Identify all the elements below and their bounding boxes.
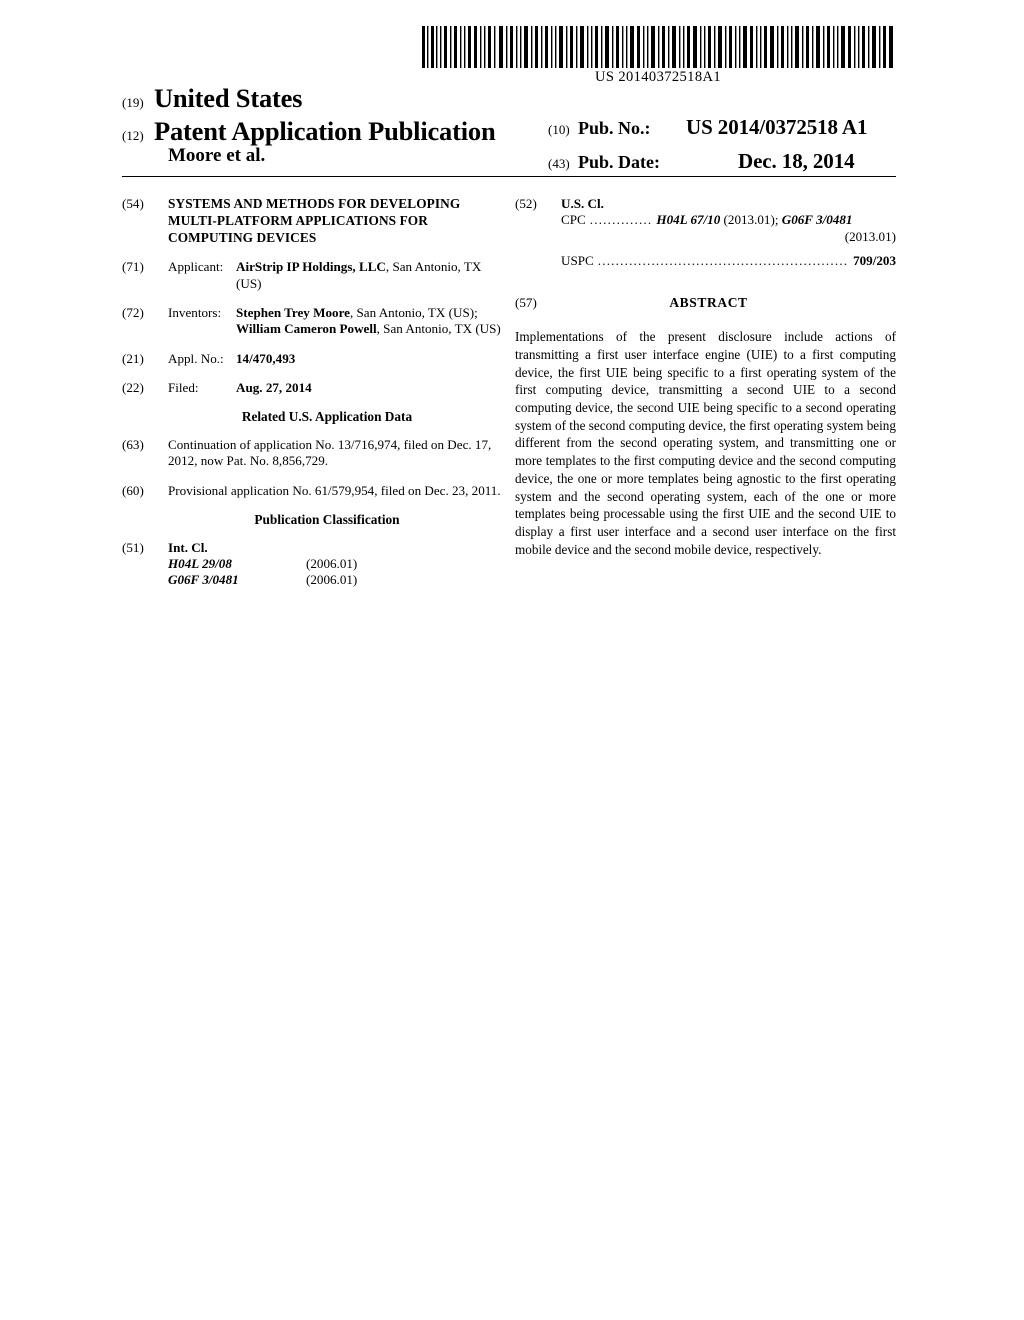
inventors-value: Stephen Trey Moore, San Antonio, TX (US)… (236, 305, 502, 338)
field-63-continuation: (63) Continuation of application No. 13/… (122, 437, 502, 470)
field-54-title: (54) SYSTEMS AND METHODS FOR DEVELOPING … (122, 196, 502, 246)
pub-date-row: (43) Pub. Date: Dec. 18, 2014 (548, 149, 898, 174)
cpc-value-2: G06F 3/0481 (781, 212, 853, 228)
bibliographic-left-column: (54) SYSTEMS AND METHODS FOR DEVELOPING … (122, 196, 502, 602)
inventor-name-1: Stephen Trey Moore (236, 304, 350, 320)
field-60-provisional: (60) Provisional application No. 61/579,… (122, 483, 502, 499)
inid-22: (22) (122, 380, 144, 396)
uspc-leader-dots: ........................................… (597, 253, 849, 269)
inid-60: (60) (122, 482, 144, 498)
applicant-value: AirStrip IP Holdings, LLC, San Antonio, … (236, 259, 502, 292)
pub-date-value: Dec. 18, 2014 (738, 149, 855, 173)
pub-date-label: Pub. Date: (578, 152, 660, 172)
invention-title: SYSTEMS AND METHODS FOR DEVELOPING MULTI… (168, 196, 461, 245)
uspc-line: USPC....................................… (561, 253, 896, 269)
cpc-version-2: (2013.01) (844, 228, 896, 244)
field-51-int-cl: (51) Int. Cl. H04L 29/08 (2006.01) G06F … (122, 540, 502, 589)
inid-21: (21) (122, 350, 144, 366)
barcode-block: US 20140372518A1 (420, 26, 896, 86)
abstract-heading-row: (57) ABSTRACT (515, 295, 896, 312)
inventor-address-2: , San Antonio, TX (US) (376, 321, 501, 337)
appl-no-value: 14/470,493 (236, 350, 296, 366)
pub-number-row: (10) Pub. No.: US 2014/0372518 A1 (548, 115, 898, 140)
inventor-address-1: , San Antonio, TX (US); (349, 304, 478, 320)
figure-drawing: Network (0, 672, 1024, 1232)
country-name: United States (154, 83, 303, 113)
document-type: Patent Application Publication (154, 115, 496, 146)
int-cl-code-0: H04L 29/08 (168, 556, 232, 572)
inid-19: (19) (122, 95, 144, 110)
us-cl-body: U.S. Cl. CPC.............. H04L 67/10 (20… (561, 196, 896, 269)
country-line: (19) United States (122, 83, 896, 114)
publication-classification-heading: Publication Classification (254, 512, 400, 528)
publication-number-block: (10) Pub. No.: US 2014/0372518 A1 (43) P… (548, 115, 898, 174)
filed-value: Aug. 27, 2014 (236, 380, 312, 396)
related-application-data-heading: Related U.S. Application Data (241, 409, 413, 425)
inventors-label: Inventors: (168, 304, 222, 320)
cpc-version-1: (2013.01); (720, 212, 782, 228)
uspc-label: USPC (561, 253, 594, 269)
barcode-image (420, 26, 896, 68)
inid-72: (72) (122, 304, 144, 320)
continuation-text: Continuation of application No. 13/716,9… (168, 437, 492, 469)
bibliographic-right-column: (52) U.S. Cl. CPC.............. H04L 67/1… (515, 196, 896, 558)
abstract-title: ABSTRACT (669, 295, 748, 311)
inid-51: (51) (122, 539, 144, 555)
inid-52: (52) (515, 196, 537, 211)
applicant-label: Applicant: (168, 259, 224, 275)
cpc-value-1: H04L 67/10 (656, 212, 721, 228)
int-cl-row-0: H04L 29/08 (2006.01) (168, 556, 502, 572)
inid-71: (71) (122, 259, 144, 275)
field-21-appl-no: (21) Appl. No.: 14/470,493 (122, 351, 502, 367)
inid-10: (10) (548, 122, 570, 137)
cpc-leader-dots: .............. (589, 212, 653, 228)
inventor-name-2: William Cameron Powell (236, 321, 377, 337)
us-cl-label: U.S. Cl. (561, 196, 604, 211)
pub-number-value: US 2014/0372518 A1 (686, 115, 868, 139)
patent-figure: Network (0, 672, 1024, 1232)
applicant-surname-line: Moore et al. (168, 145, 266, 166)
pub-number-label: Pub. No.: (578, 118, 651, 138)
inid-12: (12) (122, 127, 144, 143)
int-cl-code-1: G06F 3/0481 (168, 572, 239, 588)
field-72-inventors: (72) Inventors: Stephen Trey Moore, San … (122, 305, 502, 338)
uspc-value: 709/203 (853, 253, 896, 269)
cpc-line: CPC.............. H04L 67/10 (2013.01); G… (561, 212, 896, 228)
cpc-label: CPC (561, 212, 586, 228)
header-divider-rule (122, 176, 896, 177)
int-cl-label: Int. Cl. (168, 539, 208, 555)
patent-page: US 20140372518A1 (19) United States (12)… (0, 0, 1024, 1320)
applicant-name: AirStrip IP Holdings, LLC (236, 259, 386, 275)
inid-54: (54) (122, 196, 144, 211)
int-cl-version-0: (2006.01) (306, 556, 358, 572)
inid-63: (63) (122, 437, 144, 453)
filed-label: Filed: (168, 380, 199, 396)
int-cl-version-1: (2006.01) (306, 572, 358, 588)
int-cl-body: Int. Cl. H04L 29/08 (2006.01) G06F 3/048… (168, 540, 502, 589)
field-52-us-cl: (52) U.S. Cl. CPC.............. H04L 67/1… (515, 196, 896, 269)
field-71-applicant: (71) Applicant: AirStrip IP Holdings, LL… (122, 259, 502, 292)
appl-no-label: Appl. No.: (168, 350, 224, 366)
inid-43: (43) (548, 156, 570, 171)
int-cl-row-1: G06F 3/0481 (2006.01) (168, 572, 502, 588)
provisional-text: Provisional application No. 61/579,954, … (168, 482, 501, 498)
abstract-text: Implementations of the present disclosur… (515, 329, 896, 557)
field-22-filed: (22) Filed: Aug. 27, 2014 (122, 380, 502, 396)
inid-57: (57) (515, 295, 537, 311)
